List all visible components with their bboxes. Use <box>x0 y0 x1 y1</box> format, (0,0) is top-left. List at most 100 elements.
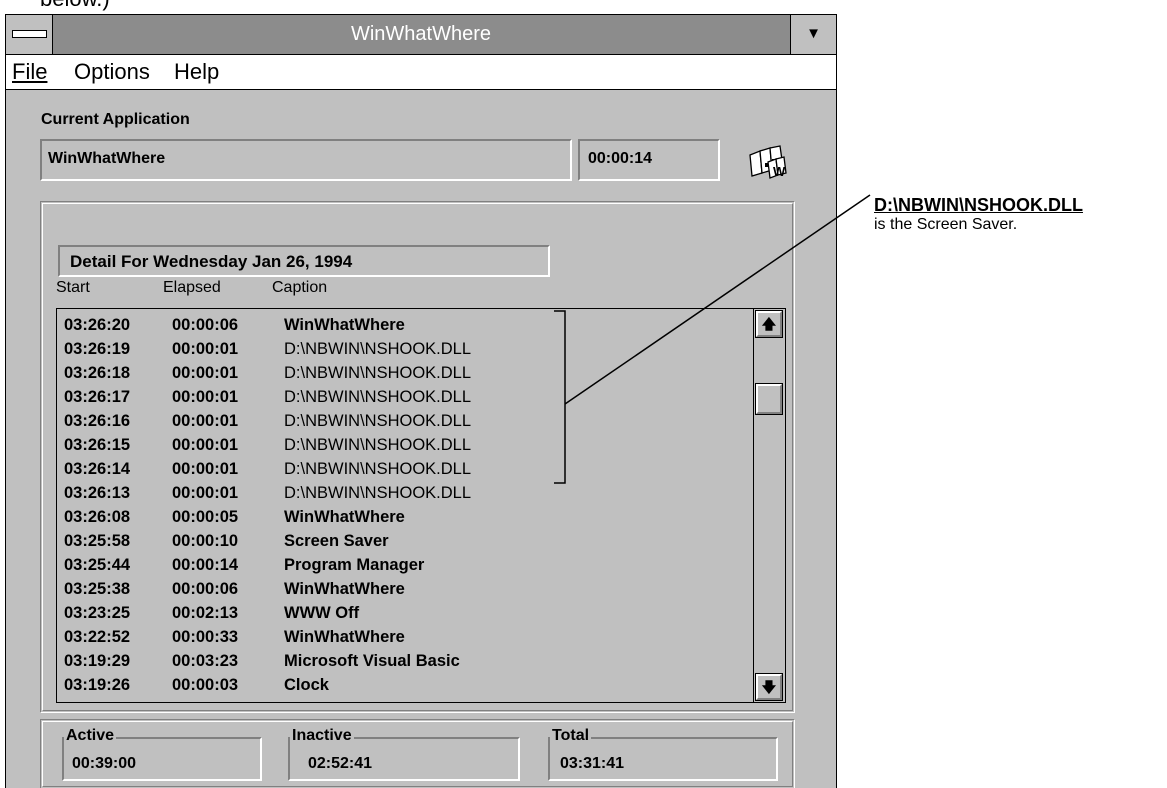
row-start: 03:26:08 <box>64 508 131 526</box>
row-start: 03:25:58 <box>64 532 131 550</box>
total-value: 03:31:41 <box>560 755 625 772</box>
cropped-caption-text: below.) <box>40 0 110 12</box>
table-row[interactable]: 03:22:52 00:00:33 WinWhatWhere <box>57 625 747 649</box>
current-application-field: WinWhatWhere <box>40 139 572 181</box>
row-caption: WinWhatWhere <box>284 316 405 334</box>
current-time-value: 00:00:14 <box>588 150 653 167</box>
table-row[interactable]: 03:26:19 00:00:01 D:\NBWIN\NSHOOK.DLL <box>57 337 747 361</box>
row-caption: D:\NBWIN\NSHOOK.DLL <box>284 340 472 358</box>
menu-bar: File Options Help <box>6 55 836 90</box>
current-application-name: WinWhatWhere <box>48 150 166 167</box>
row-elapsed: 00:00:01 <box>172 484 239 502</box>
row-start: 03:26:15 <box>64 436 131 454</box>
table-row[interactable]: 03:26:20 00:00:06 WinWhatWhere <box>57 313 747 337</box>
row-start: 03:26:18 <box>64 364 131 382</box>
row-caption: WinWhatWhere <box>284 628 405 646</box>
row-caption: D:\NBWIN\NSHOOK.DLL <box>284 460 472 478</box>
current-application-label: Current Application <box>41 111 190 128</box>
column-header-start: Start <box>56 279 90 296</box>
table-row[interactable]: 03:26:17 00:00:01 D:\NBWIN\NSHOOK.DLL <box>57 385 747 409</box>
row-caption: WWW Off <box>284 604 360 622</box>
detail-list[interactable]: 03:26:20 00:00:06 WinWhatWhere 03:26:19 00:0… <box>56 308 786 703</box>
table-row[interactable]: 03:26:13 00:00:01 D:\NBWIN\NSHOOK.DLL <box>57 481 747 505</box>
table-row[interactable]: 03:23:25 00:02:13 WWW Off <box>57 601 747 625</box>
total-label: Total <box>550 727 592 745</box>
screenshot-stage: below.) WinWhatWhere ▼ File Options Help… <box>0 0 1167 788</box>
window-title: WinWhatWhere <box>350 23 492 45</box>
detail-date-field: Detail For Wednesday Jan 26, 1994 <box>58 245 550 277</box>
detail-date-title: Detail For Wednesday Jan 26, 1994 <box>70 252 353 271</box>
row-elapsed: 00:00:01 <box>172 412 239 430</box>
row-caption: Clock <box>284 676 329 694</box>
row-caption: Screen Saver <box>284 532 389 550</box>
scroll-up-button[interactable]: 🡅 <box>755 310 783 338</box>
windows-flag-icon: W <box>749 145 787 179</box>
row-start: 03:26:20 <box>64 316 131 334</box>
active-label: Active <box>64 727 117 745</box>
column-header-caption: Caption <box>272 279 328 296</box>
table-row[interactable]: 03:19:26 00:00:03 Clock <box>57 673 747 697</box>
current-time-field: 00:00:14 <box>578 139 720 181</box>
table-row[interactable]: 03:25:38 00:00:06 WinWhatWhere <box>57 577 747 601</box>
minimize-button[interactable]: ▼ <box>790 15 836 54</box>
winwhatwhere-window: WinWhatWhere ▼ File Options Help Current… <box>5 14 837 788</box>
row-caption: D:\NBWIN\NSHOOK.DLL <box>284 412 472 430</box>
annotation-text: is the Screen Saver. <box>874 216 1018 233</box>
svg-text:W: W <box>773 164 786 179</box>
row-elapsed: 00:02:13 <box>172 604 239 622</box>
row-start: 03:26:19 <box>64 340 131 358</box>
row-start: 03:26:16 <box>64 412 131 430</box>
table-row[interactable]: 03:26:16 00:00:01 D:\NBWIN\NSHOOK.DLL <box>57 409 747 433</box>
row-elapsed: 00:00:10 <box>172 532 239 550</box>
row-start: 03:19:29 <box>64 652 131 670</box>
row-elapsed: 00:00:03 <box>172 676 239 694</box>
row-start: 03:26:13 <box>64 484 131 502</box>
table-row[interactable]: 03:26:08 00:00:05 WinWhatWhere <box>57 505 747 529</box>
row-elapsed: 00:00:01 <box>172 388 239 406</box>
menu-options[interactable]: Options <box>74 55 150 89</box>
row-caption: D:\NBWIN\NSHOOK.DLL <box>284 436 472 454</box>
down-arrow-icon: 🡇 <box>761 679 777 695</box>
row-elapsed: 00:00:01 <box>172 364 239 382</box>
row-caption: Program Manager <box>284 556 425 574</box>
row-elapsed: 00:00:05 <box>172 508 239 526</box>
row-caption: Microsoft Visual Basic <box>284 652 460 670</box>
row-caption: WinWhatWhere <box>284 508 405 526</box>
up-arrow-icon: 🡅 <box>761 316 777 332</box>
table-row[interactable]: 03:26:18 00:00:01 D:\NBWIN\NSHOOK.DLL <box>57 361 747 385</box>
table-row[interactable]: 03:19:29 00:03:23 Microsoft Visual Basic <box>57 649 747 673</box>
row-elapsed: 00:00:06 <box>172 580 239 598</box>
menu-file-label: File <box>12 59 48 84</box>
row-elapsed: 00:00:33 <box>172 628 239 646</box>
system-menu-bar-icon <box>12 30 47 38</box>
row-start: 03:25:44 <box>64 556 131 574</box>
row-elapsed: 00:00:01 <box>172 436 239 454</box>
table-row[interactable]: 03:26:15 00:00:01 D:\NBWIN\NSHOOK.DLL <box>57 433 747 457</box>
scroll-down-button[interactable]: 🡇 <box>755 673 783 701</box>
row-caption: D:\NBWIN\NSHOOK.DLL <box>284 388 472 406</box>
row-elapsed: 00:00:01 <box>172 460 239 478</box>
title-bar[interactable]: WinWhatWhere ▼ <box>6 15 836 55</box>
table-row[interactable]: 03:25:58 00:00:10 Screen Saver <box>57 529 747 553</box>
row-start: 03:23:25 <box>64 604 131 622</box>
down-arrow-icon: ▼ <box>806 25 821 42</box>
row-start: 03:26:14 <box>64 460 131 478</box>
column-header-elapsed: Elapsed <box>163 279 221 296</box>
active-value: 00:39:00 <box>72 755 137 772</box>
row-caption: D:\NBWIN\NSHOOK.DLL <box>284 364 472 382</box>
vertical-scrollbar[interactable]: 🡅 🡇 <box>753 309 785 702</box>
row-start: 03:25:38 <box>64 580 131 598</box>
system-menu-button[interactable] <box>6 15 53 54</box>
menu-help[interactable]: Help <box>174 55 219 89</box>
inactive-label: Inactive <box>290 727 354 745</box>
row-elapsed: 00:00:14 <box>172 556 239 574</box>
row-elapsed: 00:00:01 <box>172 340 239 358</box>
table-row[interactable]: 03:26:14 00:00:01 D:\NBWIN\NSHOOK.DLL <box>57 457 747 481</box>
row-start: 03:26:17 <box>64 388 131 406</box>
scroll-thumb[interactable] <box>755 383 783 415</box>
inactive-value: 02:52:41 <box>308 755 373 772</box>
row-caption: D:\NBWIN\NSHOOK.DLL <box>284 484 472 502</box>
menu-file[interactable]: File <box>12 55 47 89</box>
table-row[interactable]: 03:25:44 00:00:14 Program Manager <box>57 553 747 577</box>
row-start: 03:22:52 <box>64 628 131 646</box>
